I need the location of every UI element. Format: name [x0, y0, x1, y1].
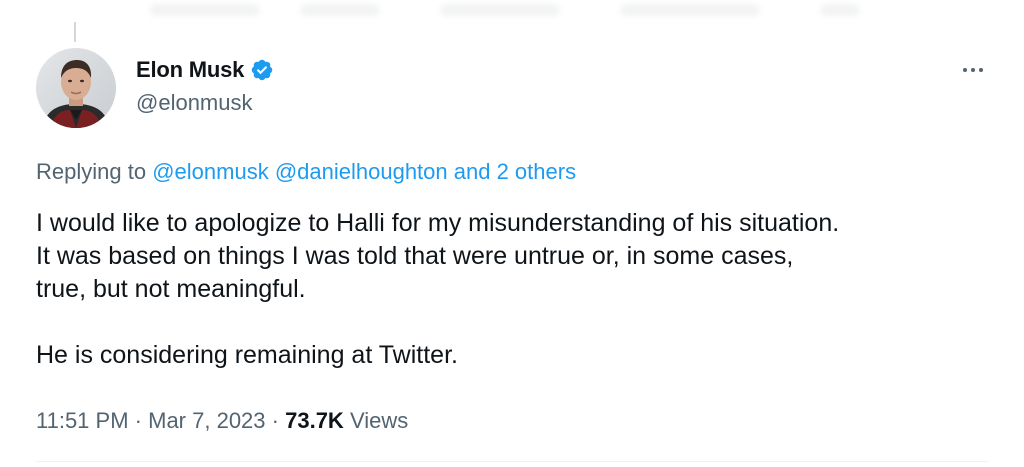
- replying-to-line: Replying to @elonmusk @danielhoughton an…: [36, 159, 576, 185]
- tweet-page: Elon Musk @elonmusk Replying to @elonmus…: [0, 0, 1024, 467]
- tweet-date[interactable]: Mar 7, 2023: [148, 408, 265, 433]
- profile-photo-icon: [36, 48, 116, 128]
- top-nav-blur: [0, 0, 1024, 22]
- views-label: Views: [349, 408, 409, 433]
- tweet-time[interactable]: 11:51 PM: [36, 408, 129, 433]
- meta-separator: ·: [271, 408, 279, 433]
- tweet-metadata: 11:51 PM · Mar 7, 2023 · 73.7K Views: [36, 408, 408, 434]
- more-horizontal-icon[interactable]: [958, 60, 988, 80]
- mention-link-danielhoughton[interactable]: @danielhoughton: [275, 159, 448, 184]
- divider: [36, 461, 988, 462]
- mention-link-elonmusk[interactable]: @elonmusk: [152, 159, 269, 184]
- meta-separator: ·: [134, 408, 142, 433]
- tweet-text: I would like to apologize to Halli for m…: [36, 209, 840, 369]
- replying-prefix: Replying to: [36, 159, 147, 184]
- views-count[interactable]: 73.7K: [285, 408, 344, 433]
- verified-badge-icon[interactable]: [250, 58, 274, 82]
- author-name-row: Elon Musk: [136, 57, 274, 83]
- author-handle[interactable]: @elonmusk: [136, 90, 253, 116]
- mention-others-link[interactable]: and 2 others: [454, 159, 576, 184]
- thread-connector-line: [74, 22, 76, 42]
- author-display-name[interactable]: Elon Musk: [136, 57, 244, 83]
- avatar[interactable]: [36, 48, 116, 128]
